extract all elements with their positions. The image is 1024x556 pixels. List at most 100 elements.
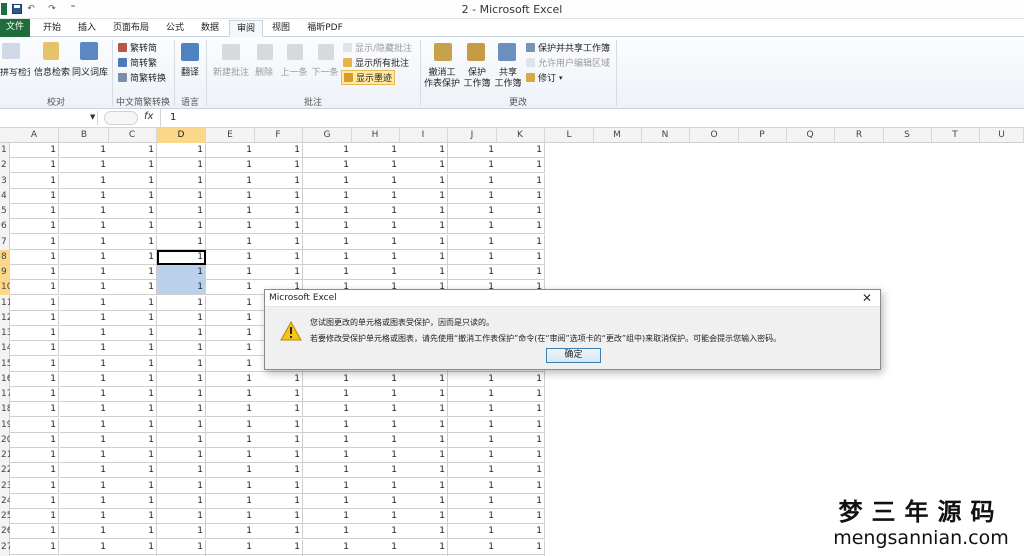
cell-j17[interactable]: 1: [448, 387, 497, 402]
cell-b9[interactable]: 1: [60, 265, 109, 280]
cell-a9[interactable]: 1: [10, 265, 59, 280]
cell-f2[interactable]: 1: [254, 158, 303, 174]
cell-h18[interactable]: 1: [351, 402, 400, 418]
row-header-19[interactable]: 19: [0, 418, 10, 433]
cell-b10[interactable]: 1: [60, 280, 109, 296]
cell-a21[interactable]: 1: [10, 448, 59, 463]
row-header-15[interactable]: 15: [0, 357, 10, 372]
cell-j7[interactable]: 1: [448, 234, 497, 250]
cell-g26[interactable]: 1: [303, 524, 352, 540]
column-header-t[interactable]: T: [931, 128, 980, 143]
cell-i25[interactable]: 1: [399, 509, 448, 524]
cell-f18[interactable]: 1: [254, 402, 303, 418]
cell-e2[interactable]: 1: [206, 158, 255, 174]
cell-g1[interactable]: 1: [303, 143, 352, 158]
cell-h6[interactable]: 1: [351, 219, 400, 235]
cell-h22[interactable]: 1: [351, 463, 400, 479]
cell-c9[interactable]: 1: [108, 265, 157, 280]
cell-a20[interactable]: 1: [10, 432, 59, 448]
cell-i9[interactable]: 1: [399, 265, 448, 280]
research-button[interactable]: 信息检索: [33, 68, 71, 79]
cell-h25[interactable]: 1: [351, 509, 400, 524]
cell-g8[interactable]: 1: [303, 249, 352, 265]
cell-h20[interactable]: 1: [351, 432, 400, 448]
column-header-p[interactable]: P: [738, 128, 787, 143]
cell-f3[interactable]: 1: [254, 173, 303, 189]
cell-d26[interactable]: 1: [157, 524, 206, 540]
cell-a10[interactable]: 1: [10, 280, 59, 296]
cell-c25[interactable]: 1: [108, 509, 157, 524]
cell-d20[interactable]: 1: [157, 432, 206, 448]
cell-g4[interactable]: 1: [303, 188, 352, 204]
new-comment-button[interactable]: 新建批注: [210, 68, 252, 79]
cell-c16[interactable]: 1: [108, 371, 157, 387]
cell-k8[interactable]: 1: [496, 249, 545, 265]
cell-c4[interactable]: 1: [108, 188, 157, 204]
cell-a25[interactable]: 1: [10, 509, 59, 524]
cell-a3[interactable]: 1: [10, 173, 59, 189]
cell-j2[interactable]: 1: [448, 158, 497, 174]
cell-c5[interactable]: 1: [108, 204, 157, 219]
cell-g2[interactable]: 1: [303, 158, 352, 174]
share-workbook-button[interactable]: 共享 工作簿: [493, 68, 523, 90]
cell-b26[interactable]: 1: [60, 524, 109, 540]
cell-e23[interactable]: 1: [206, 478, 255, 494]
row-header-17[interactable]: 17: [0, 387, 10, 402]
cell-j26[interactable]: 1: [448, 524, 497, 540]
cell-e26[interactable]: 1: [206, 524, 255, 540]
cell-h19[interactable]: 1: [351, 417, 400, 433]
cell-k16[interactable]: 1: [496, 371, 545, 387]
row-header-7[interactable]: 7: [0, 235, 10, 250]
cell-a27[interactable]: 1: [10, 539, 59, 555]
row-header-16[interactable]: 16: [0, 372, 10, 387]
cell-j4[interactable]: 1: [448, 188, 497, 204]
cell-e14[interactable]: 1: [206, 341, 255, 357]
show-hide-comment-button[interactable]: 显示/隐藏批注: [343, 41, 412, 54]
cell-f4[interactable]: 1: [254, 188, 303, 204]
row-header-25[interactable]: 25: [0, 509, 10, 524]
column-header-n[interactable]: N: [641, 128, 690, 143]
cell-h16[interactable]: 1: [351, 371, 400, 387]
row-header-1[interactable]: 1: [0, 143, 10, 158]
cell-c12[interactable]: 1: [108, 310, 157, 326]
column-header-a[interactable]: A: [10, 128, 59, 143]
ok-button[interactable]: 确定: [546, 348, 601, 363]
cell-d22[interactable]: 1: [157, 463, 206, 479]
cell-e25[interactable]: 1: [206, 509, 255, 524]
cell-d9[interactable]: 1: [157, 265, 206, 280]
row-header-12[interactable]: 12: [0, 311, 10, 326]
cell-h21[interactable]: 1: [351, 448, 400, 463]
cell-b1[interactable]: 1: [60, 143, 109, 158]
t2s-button[interactable]: 繁转简: [118, 41, 157, 54]
row-header-20[interactable]: 20: [0, 433, 10, 448]
cell-b24[interactable]: 1: [60, 493, 109, 509]
cell-e9[interactable]: 1: [206, 265, 255, 280]
column-header-g[interactable]: G: [303, 128, 352, 143]
cell-d14[interactable]: 1: [157, 341, 206, 357]
cell-a15[interactable]: 1: [10, 356, 59, 372]
row-header-9[interactable]: 9: [0, 265, 10, 280]
spell-check-button[interactable]: 拼写检查: [0, 68, 30, 79]
cell-e12[interactable]: 1: [206, 310, 255, 326]
column-header-i[interactable]: I: [399, 128, 448, 143]
cell-a18[interactable]: 1: [10, 402, 59, 418]
cell-d8[interactable]: 1: [157, 249, 206, 265]
cell-d25[interactable]: 1: [157, 509, 206, 524]
cell-i19[interactable]: 1: [399, 417, 448, 433]
cell-f7[interactable]: 1: [254, 234, 303, 250]
cell-e20[interactable]: 1: [206, 432, 255, 448]
cell-b8[interactable]: 1: [60, 249, 109, 265]
column-header-r[interactable]: R: [835, 128, 884, 143]
cell-c19[interactable]: 1: [108, 417, 157, 433]
tab-insert[interactable]: 插入: [73, 20, 101, 37]
cell-b18[interactable]: 1: [60, 402, 109, 418]
cell-k5[interactable]: 1: [496, 204, 545, 219]
cell-a5[interactable]: 1: [10, 204, 59, 219]
cell-k24[interactable]: 1: [496, 493, 545, 509]
row-header-4[interactable]: 4: [0, 189, 10, 204]
row-header-21[interactable]: 21: [0, 448, 10, 463]
cell-b11[interactable]: 1: [60, 295, 109, 311]
cell-i4[interactable]: 1: [399, 188, 448, 204]
cell-i8[interactable]: 1: [399, 249, 448, 265]
cell-k27[interactable]: 1: [496, 539, 545, 555]
